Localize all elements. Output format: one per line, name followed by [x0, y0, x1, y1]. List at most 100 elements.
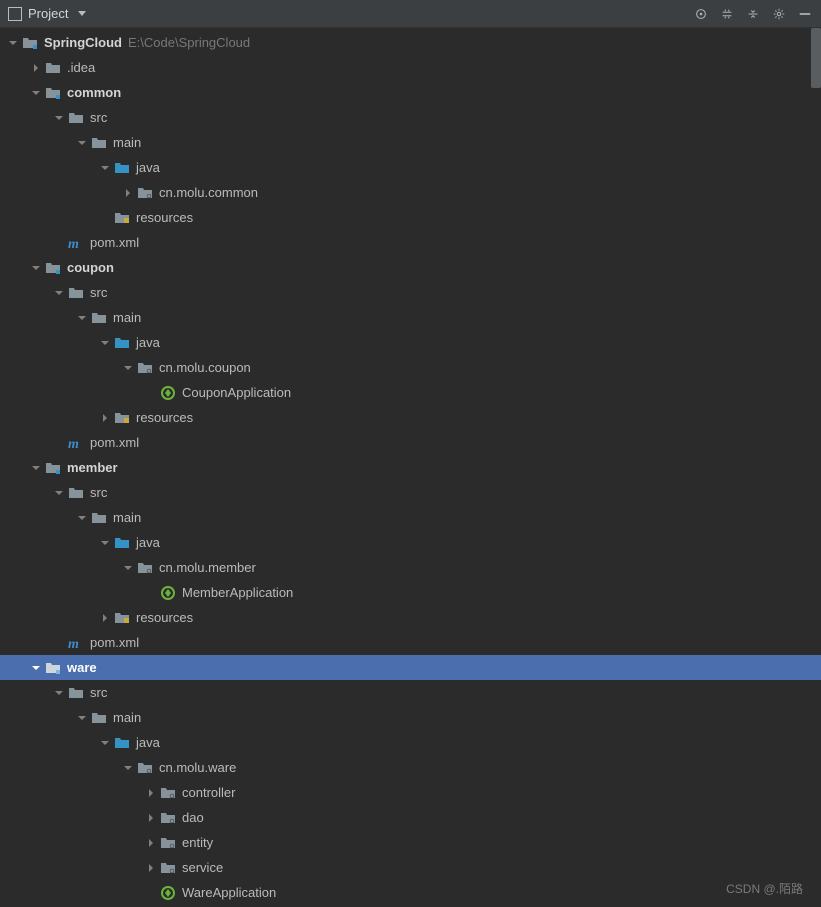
chevron-down-icon[interactable] [29, 264, 43, 272]
tree-node-package-coupon[interactable]: cn.molu.coupon [0, 355, 821, 380]
tree-node-ware[interactable]: ware [0, 655, 821, 680]
chevron-down-icon[interactable] [29, 464, 43, 472]
chevron-down-icon[interactable] [29, 664, 43, 672]
node-label: cn.molu.ware [159, 760, 236, 775]
package-icon [160, 810, 176, 826]
chevron-down-icon[interactable] [52, 114, 66, 122]
tree-node-common[interactable]: common [0, 80, 821, 105]
settings-icon[interactable] [771, 6, 787, 22]
view-selector-label[interactable]: Project [28, 6, 68, 21]
chevron-down-icon[interactable] [98, 539, 112, 547]
chevron-down-icon[interactable] [52, 289, 66, 297]
node-path: E:\Code\SpringCloud [128, 35, 250, 50]
tree-node-main[interactable]: main [0, 305, 821, 330]
watermark: CSDN @.陌路 [726, 880, 803, 897]
package-icon [137, 560, 153, 576]
chevron-down-icon[interactable] [75, 139, 89, 147]
tree-node-pom[interactable]: m pom.xml [0, 230, 821, 255]
node-label: .idea [67, 60, 95, 75]
node-label: entity [182, 835, 213, 850]
chevron-right-icon[interactable] [144, 864, 158, 872]
chevron-down-icon[interactable] [29, 89, 43, 97]
tree-node-dao[interactable]: dao [0, 805, 821, 830]
folder-icon [68, 110, 84, 126]
resources-folder-icon [114, 410, 130, 426]
tree-node-root[interactable]: SpringCloud E:\Code\SpringCloud [0, 30, 821, 55]
node-label: cn.molu.member [159, 560, 256, 575]
tree-node-src[interactable]: src [0, 105, 821, 130]
chevron-down-icon[interactable] [52, 489, 66, 497]
module-folder-icon [45, 260, 61, 276]
tree-node-resources[interactable]: resources [0, 605, 821, 630]
tree-node-service[interactable]: service [0, 855, 821, 880]
node-label: cn.molu.common [159, 185, 258, 200]
chevron-right-icon[interactable] [98, 414, 112, 422]
node-label: resources [136, 210, 193, 225]
maven-file-icon: m [68, 635, 84, 651]
source-folder-icon [114, 535, 130, 551]
tree-node-main[interactable]: main [0, 705, 821, 730]
tree-node-pom[interactable]: m pom.xml [0, 630, 821, 655]
node-label: CouponApplication [182, 385, 291, 400]
tree-node-src[interactable]: src [0, 680, 821, 705]
chevron-right-icon[interactable] [144, 814, 158, 822]
tree-node-resources[interactable]: resources [0, 205, 821, 230]
tree-node-pom[interactable]: m pom.xml [0, 430, 821, 455]
tree-node-package-ware[interactable]: cn.molu.ware [0, 755, 821, 780]
expand-all-icon[interactable] [719, 6, 735, 22]
spring-boot-app-icon [160, 885, 176, 901]
chevron-down-icon[interactable] [78, 11, 86, 16]
chevron-right-icon[interactable] [98, 614, 112, 622]
tree-node-package-common[interactable]: cn.molu.common [0, 180, 821, 205]
node-label: src [90, 485, 107, 500]
tree-node-entity[interactable]: entity [0, 830, 821, 855]
chevron-down-icon[interactable] [6, 39, 20, 47]
node-label: ware [67, 660, 97, 675]
tree-node-java[interactable]: java [0, 155, 821, 180]
locate-icon[interactable] [693, 6, 709, 22]
tree-node-controller[interactable]: controller [0, 780, 821, 805]
chevron-down-icon[interactable] [121, 764, 135, 772]
chevron-right-icon[interactable] [144, 789, 158, 797]
tree-node-main[interactable]: main [0, 505, 821, 530]
chevron-right-icon[interactable] [144, 839, 158, 847]
project-tree[interactable]: SpringCloud E:\Code\SpringCloud .idea co… [0, 28, 821, 907]
resources-folder-icon [114, 610, 130, 626]
tree-node-coupon-app[interactable]: CouponApplication [0, 380, 821, 405]
chevron-down-icon[interactable] [121, 564, 135, 572]
node-label: cn.molu.coupon [159, 360, 251, 375]
tree-node-java[interactable]: java [0, 330, 821, 355]
chevron-down-icon[interactable] [75, 514, 89, 522]
tree-node-java[interactable]: java [0, 730, 821, 755]
chevron-down-icon[interactable] [98, 164, 112, 172]
chevron-down-icon[interactable] [98, 339, 112, 347]
package-icon [160, 785, 176, 801]
node-label: MemberApplication [182, 585, 293, 600]
tree-node-member-app[interactable]: MemberApplication [0, 580, 821, 605]
chevron-right-icon[interactable] [121, 189, 135, 197]
tree-node-main[interactable]: main [0, 130, 821, 155]
hide-icon[interactable] [797, 6, 813, 22]
chevron-down-icon[interactable] [75, 314, 89, 322]
tree-node-package-member[interactable]: cn.molu.member [0, 555, 821, 580]
module-folder-icon [45, 460, 61, 476]
tree-node-ware-app[interactable]: WareApplication [0, 880, 821, 905]
package-icon [160, 860, 176, 876]
tree-node-java[interactable]: java [0, 530, 821, 555]
tree-node-idea[interactable]: .idea [0, 55, 821, 80]
tree-node-coupon[interactable]: coupon [0, 255, 821, 280]
node-label: resources [136, 410, 193, 425]
folder-icon [68, 285, 84, 301]
tree-node-resources[interactable]: resources [0, 405, 821, 430]
chevron-down-icon[interactable] [75, 714, 89, 722]
spring-boot-app-icon [160, 385, 176, 401]
chevron-right-icon[interactable] [29, 64, 43, 72]
tree-node-member[interactable]: member [0, 455, 821, 480]
tree-node-src[interactable]: src [0, 280, 821, 305]
chevron-down-icon[interactable] [98, 739, 112, 747]
collapse-all-icon[interactable] [745, 6, 761, 22]
vertical-scrollbar-thumb[interactable] [811, 28, 821, 88]
chevron-down-icon[interactable] [52, 689, 66, 697]
tree-node-src[interactable]: src [0, 480, 821, 505]
chevron-down-icon[interactable] [121, 364, 135, 372]
